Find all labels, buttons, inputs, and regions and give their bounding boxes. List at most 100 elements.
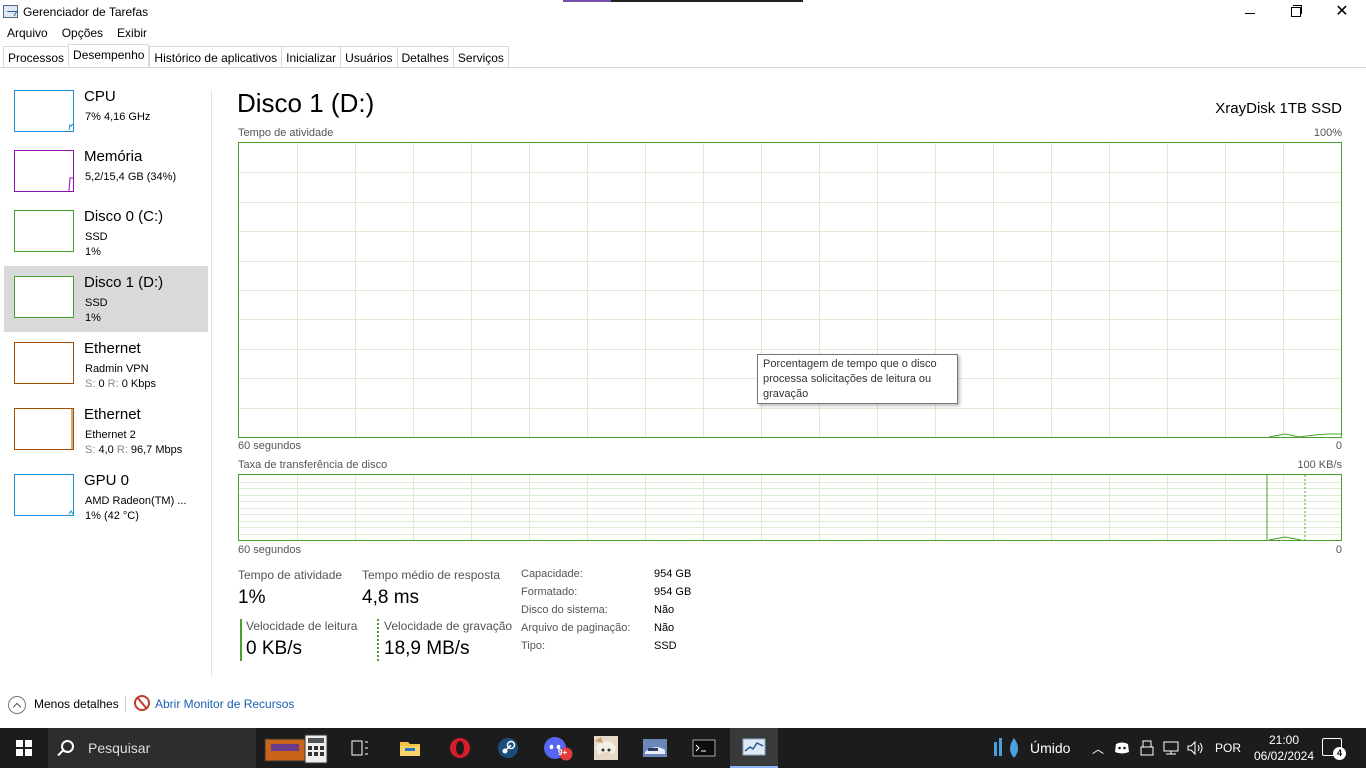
tab-servicos[interactable]: Serviços: [452, 46, 509, 67]
sidebar-item-disco-0[interactable]: Disco 0 (C:) SSD 1%: [4, 200, 208, 266]
tab-processos[interactable]: Processos: [3, 46, 69, 67]
sidebar-item-type: SSD: [85, 297, 108, 309]
fewer-details-link[interactable]: Menos detalhes: [34, 697, 119, 711]
sidebar-item-gpu-0[interactable]: GPU 0 AMD Radeon(TM) ... 1% (42 °C): [4, 464, 208, 530]
chevron-up-icon[interactable]: [8, 696, 26, 714]
disk0-thumbnail-graph: [14, 210, 74, 252]
task-manager-taskbar-button[interactable]: [730, 728, 778, 768]
steam-button[interactable]: [484, 728, 532, 768]
formatted-value: 954 GB: [654, 586, 692, 598]
restore-icon: [1291, 5, 1302, 17]
panel-divider[interactable]: [211, 90, 212, 677]
ethernet2-thumbnail-line: [71, 409, 73, 449]
receive-label: R:: [107, 378, 119, 390]
capacity-label: Capacidade:: [521, 568, 583, 580]
resource-monitor-icon[interactable]: [134, 695, 150, 711]
sidebar-item-label: Memória: [84, 148, 143, 165]
menu-exibir[interactable]: Exibir: [110, 24, 154, 44]
type-value: SSD: [654, 640, 677, 652]
menu-arquivo[interactable]: Arquivo: [0, 24, 55, 44]
graph1-time: 60 segundos: [238, 440, 301, 452]
page-file-value: Não: [654, 622, 675, 634]
start-button[interactable]: [0, 728, 48, 768]
footer-bar: Menos detalhes Abrir Monitor de Recursos: [0, 690, 1366, 718]
terminal-button[interactable]: [680, 728, 728, 768]
sidebar-item-adapter: Radmin VPN: [85, 363, 149, 375]
tab-inicializar[interactable]: Inicializar: [281, 46, 341, 67]
weather-widget[interactable]: Úmido: [994, 728, 1070, 768]
ethernet2-thumbnail-graph: [14, 408, 74, 450]
sidebar-item-throughput: S: 4,0 R: 96,7 Mbps: [85, 444, 182, 456]
tab-usuarios[interactable]: Usuários: [340, 46, 397, 67]
tab-strip: Processos Desempenho Histórico de aplica…: [3, 44, 509, 68]
game-app-button[interactable]: [582, 728, 630, 768]
maximize-button[interactable]: [1273, 0, 1319, 24]
page-file-label: Arquivo de paginação:: [521, 622, 631, 634]
title-bar: Gerenciador de Tarefas ✕: [0, 0, 1366, 24]
close-button[interactable]: ✕: [1319, 0, 1365, 24]
read-speed-label: Velocidade de leitura: [246, 619, 358, 633]
memory-thumbnail-graph: [14, 150, 74, 192]
language-indicator[interactable]: POR: [1215, 741, 1241, 755]
sidebar-item-usage: 1%: [85, 312, 101, 324]
read-speed-marker: [240, 619, 242, 661]
response-time-value: 4,8 ms: [362, 587, 420, 608]
minimize-button[interactable]: [1227, 0, 1273, 24]
sidebar-item-throughput: S: 0 R: 0 Kbps: [85, 378, 156, 390]
tab-historico[interactable]: Histórico de aplicativos: [149, 46, 282, 67]
usb-device-icon[interactable]: [1139, 740, 1155, 756]
discord-tray-icon[interactable]: [1114, 741, 1130, 755]
taskbar-search-box[interactable]: Pesquisar: [48, 728, 256, 768]
chevron-up-icon[interactable]: ︿: [1092, 740, 1104, 757]
steam-icon: [498, 738, 518, 758]
search-highlight-image[interactable]: [256, 728, 336, 768]
transfer-rate-graph[interactable]: [238, 474, 1342, 541]
taskbar-clock[interactable]: 21:00 06/02/2024: [1248, 732, 1320, 764]
cpu-thumbnail-graph: [14, 90, 74, 132]
disk1-thumbnail-graph: [14, 276, 74, 318]
graph2-min: 0: [1335, 544, 1342, 556]
sidebar-item-ethernet-2[interactable]: Ethernet Ethernet 2 S: 4,0 R: 96,7 Mbps: [4, 398, 208, 464]
graph1-min: 0: [1335, 440, 1342, 452]
task-view-button[interactable]: [336, 728, 384, 768]
sidebar-item-usage: 1% (42 °C): [85, 510, 139, 522]
notifications-icon[interactable]: 4: [1322, 738, 1346, 760]
formatted-label: Formatado:: [521, 586, 578, 598]
open-resource-monitor-link[interactable]: Abrir Monitor de Recursos: [155, 697, 294, 711]
sidebar-item-detail: AMD Radeon(TM) ...: [85, 495, 187, 507]
notification-count: 4: [1333, 747, 1346, 760]
graph2-time: 60 segundos: [238, 544, 301, 556]
sidebar-item-type: SSD: [85, 231, 108, 243]
tab-desempenho[interactable]: Desempenho: [68, 44, 150, 67]
droplet-icon: [994, 738, 1018, 758]
opera-button[interactable]: [436, 728, 484, 768]
volume-icon[interactable]: [1186, 740, 1206, 756]
sidebar-item-adapter: Ethernet 2: [85, 429, 136, 441]
active-time-series-line: [1268, 433, 1341, 437]
sidebar-item-label: Disco 1 (D:): [84, 274, 164, 291]
transfer-rate-graph-grid: [239, 475, 1341, 540]
sidebar-item-cpu[interactable]: CPU 7% 4,16 GHz: [4, 80, 208, 146]
write-speed-label: Velocidade de gravação: [384, 619, 513, 633]
network-app-button[interactable]: [631, 728, 679, 768]
system-tray: ︿ POR: [1092, 728, 1241, 768]
ethernet-thumbnail-graph: [14, 342, 74, 384]
discord-button[interactable]: 9+: [534, 728, 582, 768]
response-time-label: Tempo médio de resposta: [362, 568, 501, 582]
sidebar-item-ethernet-radmin[interactable]: Ethernet Radmin VPN S: 0 R: 0 Kbps: [4, 332, 208, 398]
file-explorer-button[interactable]: [386, 728, 434, 768]
menu-opcoes[interactable]: Opções: [55, 24, 110, 44]
write-speed-marker: [377, 619, 379, 661]
graph1-max: 100%: [1313, 127, 1342, 139]
tab-detalhes[interactable]: Detalhes: [396, 46, 453, 67]
sidebar-item-label: GPU 0: [84, 472, 130, 489]
search-icon: [61, 740, 74, 753]
network-icon[interactable]: [1162, 740, 1180, 756]
receive-value: 96,7 Mbps: [130, 444, 183, 456]
task-manager-icon: [3, 5, 18, 18]
anime-avatar-icon: [594, 736, 618, 760]
sidebar-item-label: Disco 0 (C:): [84, 208, 164, 225]
sidebar-item-disco-1[interactable]: Disco 1 (D:) SSD 1%: [4, 266, 208, 332]
sidebar-item-memoria[interactable]: Memória 5,2/15,4 GB (34%): [4, 140, 208, 206]
windows-logo-icon: [16, 740, 32, 756]
